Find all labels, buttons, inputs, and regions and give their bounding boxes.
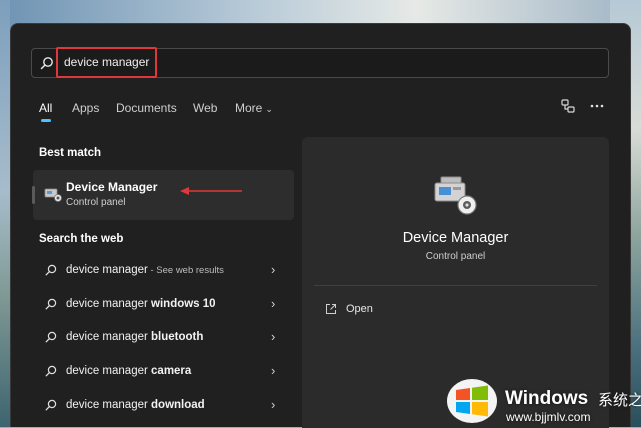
search-icon: [45, 264, 57, 276]
web-result-prefix: device manager: [66, 331, 148, 343]
search-icon: [45, 331, 57, 343]
web-result-item[interactable]: device manager windows 10 ›: [33, 290, 294, 320]
chevron-right-icon: ›: [271, 296, 276, 311]
web-result-text: device manager windows 10: [66, 298, 216, 310]
search-icon: [40, 57, 53, 70]
selection-accent: [32, 186, 35, 204]
web-result-text: device manager bluetooth: [66, 331, 203, 343]
chevron-right-icon: ›: [271, 329, 276, 344]
web-result-text: device manager - See web results: [66, 264, 224, 276]
active-tab-indicator: [41, 119, 51, 122]
web-result-text: device manager download: [66, 399, 205, 411]
chevron-right-icon: ›: [271, 397, 276, 412]
tab-documents[interactable]: Documents: [116, 101, 177, 115]
web-result-prefix: device manager: [66, 298, 148, 310]
web-result-prefix: device manager: [66, 264, 148, 276]
chevron-down-icon: ⌄: [265, 104, 273, 114]
see-web-results: - See web results: [147, 265, 224, 276]
network-icon[interactable]: [560, 98, 576, 114]
tab-more-label: More: [235, 101, 263, 115]
watermark-brand: Windows: [505, 388, 589, 409]
web-result-prefix: device manager: [66, 365, 148, 377]
web-result-item[interactable]: device manager camera ›: [33, 357, 294, 387]
best-match-title: Device Manager: [66, 180, 158, 194]
open-action[interactable]: Open: [346, 303, 373, 315]
preview-divider: [314, 285, 597, 286]
best-match-heading: Best match: [39, 147, 101, 159]
annotation-arrow-icon: [180, 187, 242, 195]
web-result-bold: camera: [147, 365, 192, 377]
open-icon: [326, 304, 336, 314]
tab-apps[interactable]: Apps: [72, 101, 99, 115]
chevron-right-icon: ›: [271, 363, 276, 378]
web-result-bold: bluetooth: [147, 331, 204, 343]
watermark-url: www.bjjmlv.com: [506, 410, 591, 424]
chevron-right-icon: ›: [271, 262, 276, 277]
web-result-bold: download: [147, 399, 205, 411]
best-match-item[interactable]: Device Manager Control panel: [32, 170, 294, 220]
search-icon: [45, 365, 57, 377]
search-web-heading: Search the web: [39, 233, 124, 245]
search-icon: [45, 298, 57, 310]
search-icon: [45, 399, 57, 411]
web-result-text: device manager camera: [66, 365, 191, 377]
watermark: Windows 系统之家 www.bjjmlv.com: [440, 366, 641, 427]
wallpaper-left: [0, 0, 10, 427]
preview-title: Device Manager: [402, 230, 509, 246]
best-match-subtitle: Control panel: [66, 197, 126, 208]
more-options-icon[interactable]: [589, 98, 605, 114]
web-result-item[interactable]: device manager - See web results ›: [33, 256, 294, 286]
windows-logo-icon: [447, 379, 497, 423]
device-manager-large-icon: [434, 176, 477, 215]
search-box[interactable]: device manager: [31, 47, 609, 78]
web-result-prefix: device manager: [66, 399, 148, 411]
watermark-brand-cn: 系统之家: [598, 392, 641, 409]
web-result-item[interactable]: device manager download ›: [33, 391, 294, 421]
device-manager-icon: [44, 188, 62, 202]
preview-subtitle: Control panel: [425, 251, 486, 262]
web-result-item[interactable]: device manager bluetooth ›: [33, 323, 294, 353]
search-input[interactable]: device manager: [64, 55, 149, 69]
tab-all[interactable]: All: [39, 101, 52, 115]
web-result-bold: windows 10: [147, 298, 216, 310]
tab-web[interactable]: Web: [193, 101, 217, 115]
tab-more[interactable]: More ⌄: [235, 101, 273, 115]
